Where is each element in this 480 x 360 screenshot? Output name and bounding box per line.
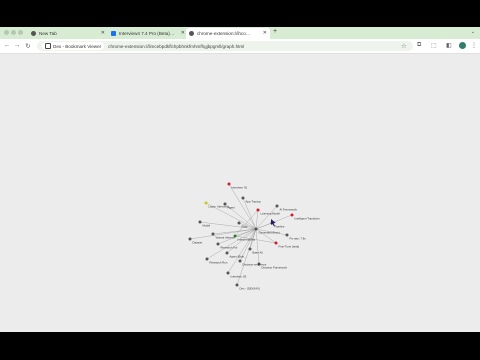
close-window-icon[interactable] — [4, 30, 9, 35]
extension-icon — [111, 31, 116, 36]
forward-icon[interactable]: → — [13, 42, 21, 49]
close-icon[interactable]: ✕ — [181, 30, 185, 36]
site-chip[interactable]: Dex - Bookmark Viewer — [42, 42, 105, 50]
graph-node-label: Fix rate: 7.8x — [290, 237, 307, 241]
browser-toolbar: ← → ↻ Dex - Bookmark Viewer chrome-exten… — [0, 39, 480, 54]
back-icon[interactable]: ← — [3, 42, 11, 49]
address-bar[interactable]: Dex - Bookmark Viewer chrome-extension:/… — [37, 41, 413, 51]
graph-edge — [255, 209, 259, 230]
graph-node[interactable] — [216, 242, 220, 246]
graph-node[interactable] — [225, 251, 229, 255]
new-tab-button[interactable]: + — [273, 28, 277, 35]
maximize-window-icon[interactable] — [18, 30, 23, 35]
menu-icon[interactable]: ⋮ — [471, 42, 477, 49]
downloads-icon[interactable]: ⬚ — [431, 42, 437, 49]
graph-node-label: Agent (Bidir... — [230, 255, 247, 259]
graph-node[interactable] — [223, 202, 227, 206]
graph-node[interactable] — [233, 234, 237, 238]
graph-node-label: Intelligent Transform — [295, 217, 321, 221]
browser-window: New Tab ✕ Interview4 7.4 Pro (Beta) | ..… — [0, 27, 480, 332]
graph-node[interactable] — [274, 241, 278, 245]
window-controls — [4, 30, 23, 35]
reload-icon[interactable]: ↻ — [24, 42, 32, 50]
graph-node-label: Dex - (DEX/IAX) — [240, 287, 260, 291]
graph-node-label: Base Kit — [253, 251, 264, 255]
graph-node[interactable] — [285, 233, 289, 237]
tab-new-tab[interactable]: New Tab ✕ — [28, 28, 108, 39]
graph-node[interactable] — [248, 247, 252, 251]
site-chip-label: Dex - Bookmark Viewer — [53, 43, 102, 49]
extension-page-icon — [45, 43, 51, 49]
graph-node-label: Dataset — [193, 241, 203, 245]
graph-node[interactable] — [254, 227, 258, 231]
graph-node[interactable] — [241, 196, 245, 200]
tab-interview[interactable]: Interview4 7.4 Pro (Beta) | ... ✕ — [108, 28, 188, 39]
graph-node-label: Generated Event — [259, 231, 280, 235]
graph-node-label: Learning Model — [261, 212, 281, 216]
tab-graph-active[interactable]: chrome-extension://ihcomy... ✕ — [186, 28, 270, 39]
url-text: chrome-extension://limcebpdkflchpbhnkfmh… — [108, 43, 245, 49]
graph-node-label: interview: 81 — [232, 186, 248, 190]
graph-node[interactable] — [235, 283, 239, 287]
chrome-icon — [31, 31, 36, 36]
graph-node-label: Interview: 83 — [231, 275, 247, 279]
chrome-icon — [189, 31, 194, 36]
tab-title: New Tab — [39, 31, 57, 36]
graph-node[interactable] — [237, 221, 241, 225]
graph-node[interactable] — [275, 204, 279, 208]
graph-node[interactable] — [238, 259, 242, 263]
graph-node-label: App Tracing — [246, 200, 261, 204]
tab-strip: New Tab ✕ Interview4 7.4 Pro (Beta) | ..… — [0, 27, 480, 39]
graph-node-label: Research Run — [210, 261, 228, 265]
profile-avatar[interactable] — [459, 42, 466, 49]
graph-node-label: Variant Inferred — [216, 236, 236, 240]
bookmark-star-icon[interactable]: ☆ — [401, 42, 407, 50]
graph-node[interactable] — [204, 201, 208, 205]
close-icon[interactable]: ✕ — [263, 30, 267, 36]
graph-node-label: Model — [203, 224, 211, 228]
graph-node[interactable] — [205, 257, 209, 261]
graph-node[interactable] — [226, 271, 230, 275]
graph-canvas[interactable]: interview: 81 App Tracing Layer: Interview… — [0, 66, 480, 328]
graph-node[interactable] — [256, 208, 260, 212]
graph-node-label: Flow — [242, 225, 249, 229]
extensions-icon[interactable]: ⧉ — [417, 42, 421, 49]
minimize-window-icon[interactable] — [11, 30, 16, 35]
graph-node-label: Research For — [221, 246, 238, 250]
graph-node[interactable] — [227, 182, 231, 186]
tab-title: Interview4 7.4 Pro (Beta) | ... — [119, 31, 175, 36]
graph-node-label: Pipeline — [275, 225, 285, 229]
graph-node-label: Decision-sequence — [243, 263, 267, 267]
graph-node-label: Interpretability — [238, 238, 256, 242]
graph-node-label: AI Framework — [280, 208, 298, 212]
graph-node[interactable] — [211, 232, 215, 236]
side-panel-icon[interactable]: ◧ — [446, 42, 452, 49]
graph-node[interactable] — [198, 220, 202, 224]
graph-node-label: Agent — [228, 206, 236, 210]
graph-node[interactable] — [188, 237, 192, 241]
tab-search-icon[interactable]: ⌄ — [471, 29, 475, 35]
graph-node[interactable] — [290, 213, 294, 217]
graph-svg[interactable]: interview: 81App TracingLayer: Interview… — [0, 66, 480, 328]
close-icon[interactable]: ✕ — [101, 30, 105, 36]
tab-title: chrome-extension://ihcomy... — [197, 31, 253, 36]
graph-edge — [255, 222, 273, 230]
graph-node-label: Fine-Tune (beta) — [279, 245, 300, 249]
